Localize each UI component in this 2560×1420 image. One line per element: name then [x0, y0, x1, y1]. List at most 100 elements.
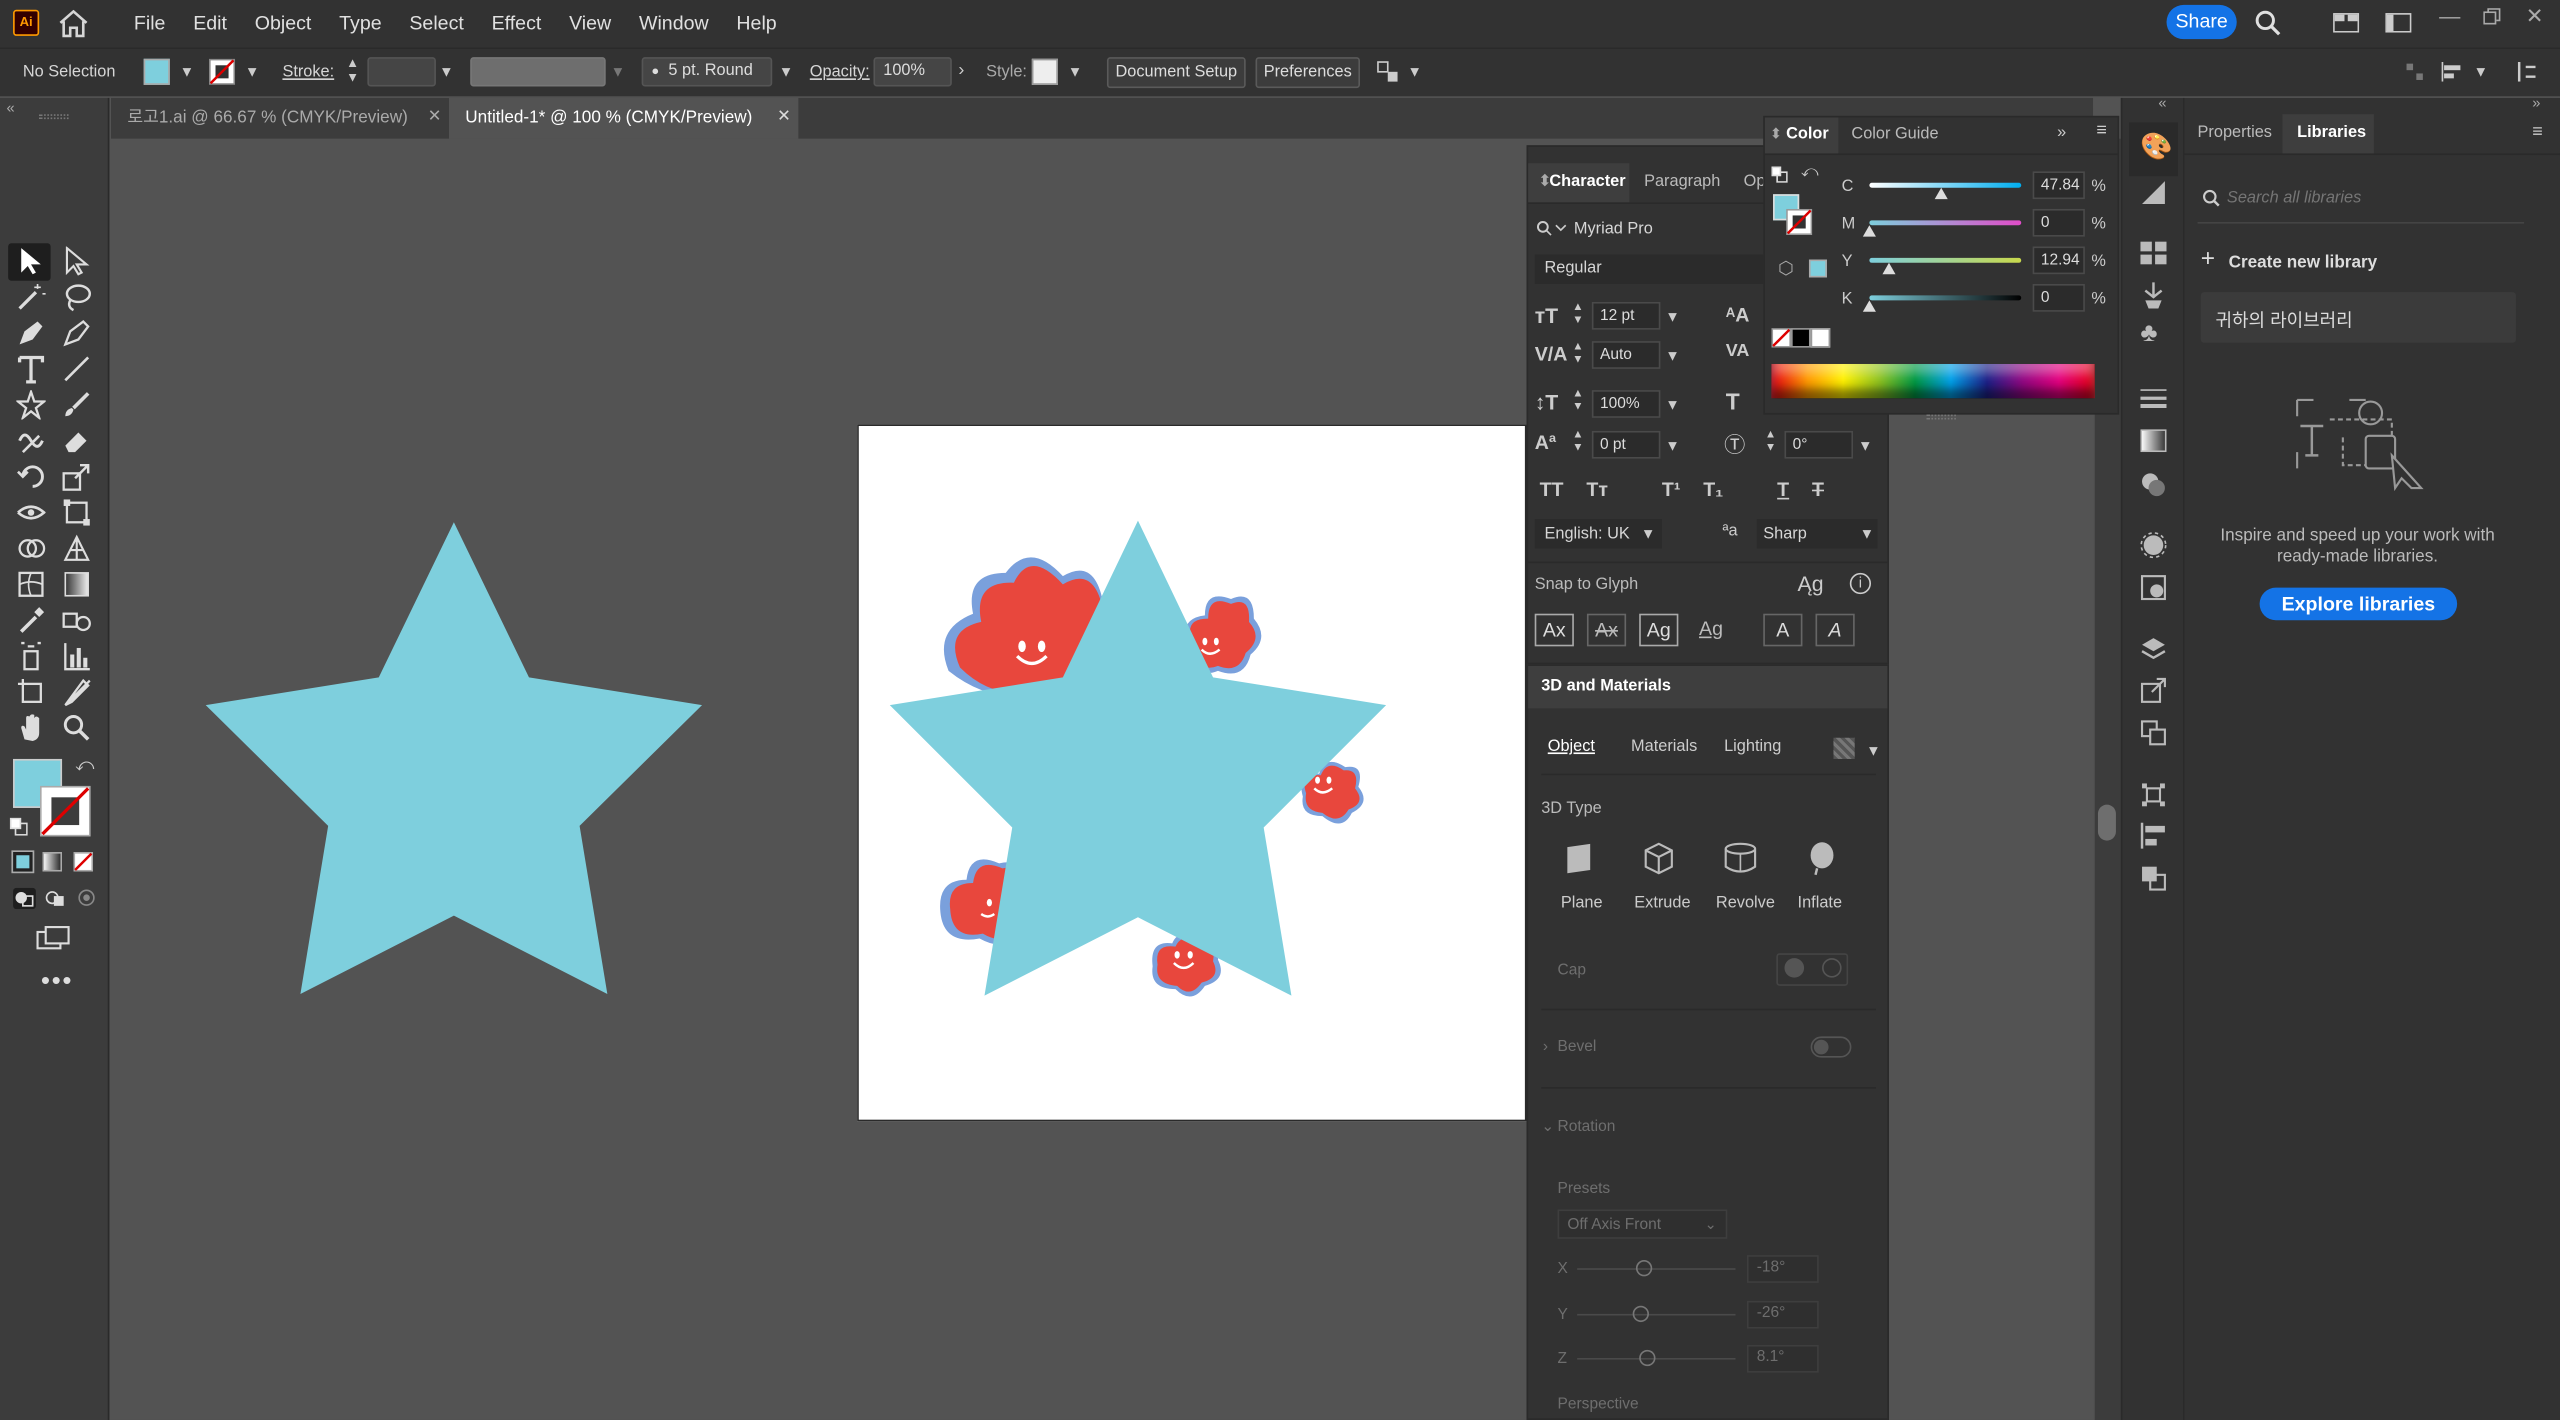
- draw-inside-icon[interactable]: [75, 888, 98, 909]
- panel-expand-icon[interactable]: »: [2057, 124, 2066, 142]
- swatches-icon[interactable]: [2140, 241, 2167, 265]
- search-libraries-input[interactable]: [2226, 184, 2521, 213]
- workspace-switcher-icon[interactable]: [2385, 13, 2412, 33]
- menu-file[interactable]: File: [134, 11, 166, 34]
- opacity-input[interactable]: 100%: [873, 57, 952, 87]
- all-caps-icon[interactable]: TT: [1540, 478, 1564, 501]
- star-shape-pasteboard[interactable]: [202, 519, 708, 1000]
- channel-input-c[interactable]: 47.84: [2032, 171, 2085, 200]
- menu-select[interactable]: Select: [409, 11, 463, 34]
- type-plane-label[interactable]: Plane: [1561, 894, 1603, 912]
- pen-tool-icon[interactable]: [16, 318, 45, 347]
- align-options-icon[interactable]: [1376, 60, 1399, 83]
- menu-edit[interactable]: Edit: [193, 11, 227, 34]
- collapse-icon[interactable]: »: [2532, 95, 2540, 111]
- snap-glyph-bounds-icon[interactable]: Ag: [1639, 613, 1679, 647]
- superscript-icon[interactable]: T¹: [1662, 478, 1680, 501]
- width-tool-icon[interactable]: [16, 498, 46, 527]
- info-icon[interactable]: i: [1849, 572, 1872, 595]
- gamut-swatch[interactable]: [1808, 259, 1827, 278]
- channel-slider-k[interactable]: [1869, 295, 2022, 301]
- menu-object[interactable]: Object: [255, 11, 312, 34]
- chevron-down-icon[interactable]: ▼: [2473, 64, 2488, 80]
- type-revolve-label[interactable]: Revolve: [1716, 894, 1775, 912]
- stroke-weight-input[interactable]: [367, 57, 436, 87]
- menu-help[interactable]: Help: [736, 11, 776, 34]
- default-colors-icon[interactable]: [1771, 166, 1788, 183]
- stepper-icon[interactable]: ▲ ▼: [1572, 302, 1583, 328]
- default-colors-icon[interactable]: [9, 817, 28, 836]
- symbol-sprayer-tool-icon[interactable]: [16, 641, 45, 671]
- tab-lighting[interactable]: Lighting: [1724, 738, 1781, 756]
- perspective-grid-tool-icon[interactable]: [62, 534, 91, 563]
- share-button[interactable]: Share: [2166, 4, 2237, 40]
- baseline-shift-input[interactable]: 0 pt: [1591, 430, 1661, 459]
- restore-icon[interactable]: [2483, 8, 2501, 25]
- vertical-scale-input[interactable]: 100%: [1591, 390, 1661, 418]
- shaper-tool-icon[interactable]: [16, 426, 45, 455]
- menu-type[interactable]: Type: [339, 11, 381, 34]
- shape-builder-tool-icon[interactable]: [16, 534, 46, 563]
- small-caps-icon[interactable]: Tᴛ: [1586, 478, 1608, 501]
- 3d-panel-title[interactable]: 3D and Materials: [1541, 677, 1671, 695]
- chevron-down-icon[interactable]: ▼: [180, 64, 195, 80]
- zoom-tool-icon[interactable]: [62, 713, 91, 742]
- arrange-documents-icon[interactable]: [2333, 13, 2360, 33]
- swap-colors-icon[interactable]: ⤺: [1801, 163, 1818, 181]
- menu-view[interactable]: View: [569, 11, 611, 34]
- transform-icon[interactable]: [2140, 782, 2166, 808]
- color-guide-icon[interactable]: [2140, 180, 2166, 206]
- glyph-icon[interactable]: Ąg: [1798, 571, 1824, 595]
- appearance-icon[interactable]: [2140, 532, 2167, 559]
- kerning-input[interactable]: Auto: [1591, 341, 1661, 369]
- channel-slider-thumb[interactable]: [1882, 262, 1896, 275]
- channel-input-y[interactable]: 12.94: [2032, 246, 2085, 275]
- panel-grip[interactable]: [1926, 414, 1956, 420]
- swap-colors-icon[interactable]: ⤺: [75, 756, 94, 777]
- stroke-stepper[interactable]: ▲ ▼: [346, 55, 359, 84]
- chevron-down-icon[interactable]: ▼: [1407, 64, 1422, 80]
- panel-menu-icon[interactable]: ≡: [2532, 122, 2542, 142]
- gradient-tool-icon[interactable]: [62, 570, 91, 599]
- channel-input-m[interactable]: 0: [2032, 208, 2085, 237]
- tab-color-guide[interactable]: Color Guide: [1851, 126, 1938, 144]
- menu-window[interactable]: Window: [639, 11, 709, 34]
- home-icon[interactable]: [59, 9, 88, 38]
- document-setup-button[interactable]: Document Setup: [1106, 57, 1246, 89]
- tab-materials[interactable]: Materials: [1631, 738, 1697, 756]
- subscript-icon[interactable]: T₁: [1703, 478, 1723, 501]
- extrude-icon[interactable]: [1641, 841, 1677, 877]
- inflate-icon[interactable]: [1807, 841, 1836, 877]
- explore-libraries-button[interactable]: Explore libraries: [2259, 587, 2458, 621]
- panel-grip[interactable]: [39, 114, 69, 120]
- draw-behind-icon[interactable]: [44, 888, 67, 909]
- eraser-tool-icon[interactable]: [62, 426, 91, 455]
- tab-libraries[interactable]: Libraries: [2297, 124, 2366, 142]
- out-of-gamut-icon[interactable]: ⬡: [1778, 258, 1794, 280]
- align-icon[interactable]: [2441, 62, 2464, 82]
- screen-mode-icon[interactable]: [36, 925, 72, 951]
- snap-xheight-icon[interactable]: Ax: [1586, 613, 1627, 647]
- free-transform-tool-icon[interactable]: [62, 498, 91, 527]
- stroke-color-swatch[interactable]: [1786, 208, 1813, 236]
- tab-logo-document[interactable]: 로고1.ai @ 66.67 % (CMYK/Preview): [111, 98, 449, 139]
- snap-baseline-icon[interactable]: Ax: [1534, 613, 1574, 647]
- hand-tool-icon[interactable]: [16, 713, 45, 742]
- underline-icon[interactable]: T: [1777, 478, 1789, 501]
- collapse-icon[interactable]: «: [7, 100, 15, 116]
- eyedropper-tool-icon[interactable]: [16, 606, 45, 635]
- revolve-icon[interactable]: [1722, 841, 1758, 877]
- black-swatch[interactable]: [1791, 328, 1811, 348]
- panel-layout-icon[interactable]: [2516, 62, 2536, 82]
- tab-paragraph[interactable]: Paragraph: [1644, 173, 1720, 191]
- column-graph-tool-icon[interactable]: [62, 641, 91, 671]
- plane-icon[interactable]: [1564, 842, 1593, 875]
- panel-menu-icon[interactable]: ≡: [2096, 121, 2106, 141]
- stepper-icon[interactable]: ▲ ▼: [1572, 429, 1583, 455]
- channel-slider-thumb[interactable]: [1862, 300, 1876, 312]
- star-tool-icon[interactable]: [16, 390, 46, 420]
- chevron-down-icon[interactable]: ▼: [245, 64, 260, 80]
- chevron-down-icon[interactable]: ▼: [1665, 437, 1680, 453]
- close-icon[interactable]: ✕: [428, 108, 442, 126]
- direct-selection-tool-icon[interactable]: [62, 246, 91, 276]
